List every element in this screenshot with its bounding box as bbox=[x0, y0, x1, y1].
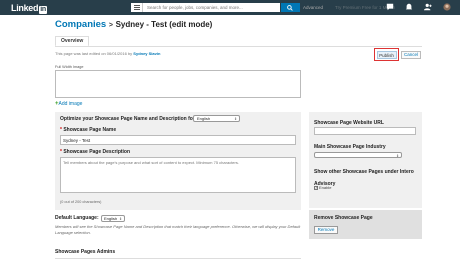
remove-showcase-label: Remove Showcase Page bbox=[314, 215, 373, 221]
page-title: Sydney - Test (edit mode) bbox=[115, 20, 213, 29]
showcase-name-label-text: Showcase Page Name bbox=[63, 127, 117, 133]
logo-in-badge: in bbox=[39, 6, 47, 14]
industry-label: Main Showcase Page Industry bbox=[314, 144, 386, 150]
admins-divider bbox=[55, 258, 301, 259]
optimize-language-label: Optimize your Showcase Page Name and Des… bbox=[60, 116, 197, 122]
remove-button[interactable]: Remove bbox=[314, 226, 338, 234]
add-image-label: Add image bbox=[58, 101, 83, 107]
avatar[interactable] bbox=[443, 3, 451, 11]
required-mark: * bbox=[60, 149, 62, 155]
search-button[interactable] bbox=[281, 3, 300, 12]
website-url-input[interactable] bbox=[314, 127, 416, 135]
industry-select[interactable]: ⇕ bbox=[314, 152, 402, 158]
full-width-image-dropzone[interactable] bbox=[55, 70, 301, 98]
showcase-name-input[interactable] bbox=[60, 135, 296, 145]
last-edited-info: This page was last edited on 06/01/2016 … bbox=[55, 51, 160, 56]
enable-checkbox[interactable] bbox=[314, 185, 318, 190]
publish-label: Publish bbox=[376, 50, 397, 59]
cancel-button[interactable]: Cancel bbox=[401, 51, 421, 59]
default-language-note: Members will see the Showcase Page Name … bbox=[55, 224, 301, 235]
search-category-dropdown[interactable] bbox=[131, 3, 143, 12]
advanced-search-link[interactable]: Advanced bbox=[303, 5, 323, 10]
default-language-select[interactable]: English ⇕ bbox=[101, 215, 125, 222]
tab-divider bbox=[55, 46, 422, 47]
dropdown-arrows-icon: ⇕ bbox=[396, 153, 399, 158]
showcase-description-label-text: Showcase Page Description bbox=[63, 149, 131, 155]
top-nav-bar: Linkedin Advanced Try Premium Free for 1… bbox=[0, 0, 460, 15]
search-input[interactable] bbox=[143, 3, 280, 12]
publish-button[interactable]: Publish bbox=[374, 48, 399, 61]
breadcrumb-companies[interactable]: Companies bbox=[55, 19, 106, 30]
last-edited-text: This page was last edited on 06/01/2016 … bbox=[55, 51, 133, 56]
notifications-icon[interactable] bbox=[405, 3, 413, 11]
search-icon bbox=[287, 4, 293, 11]
showcase-admins-heading: Showcase Pages Admins bbox=[55, 249, 116, 255]
enable-checkbox-row[interactable]: Enable bbox=[314, 185, 331, 190]
default-language-label: Default Language: bbox=[55, 215, 99, 221]
website-url-label: Showcase Page Website URL bbox=[314, 120, 384, 126]
dropdown-arrows-icon: ⇕ bbox=[234, 116, 237, 121]
list-icon bbox=[134, 5, 140, 6]
dropdown-arrows-icon: ⇕ bbox=[119, 216, 122, 221]
full-width-image-label: Full Width Image bbox=[55, 65, 84, 69]
showcase-description-label: * Showcase Page Description bbox=[60, 149, 130, 155]
add-connections-icon[interactable] bbox=[424, 3, 432, 11]
default-language-value: English bbox=[104, 216, 118, 221]
showcase-description-textarea[interactable] bbox=[60, 157, 296, 193]
optimize-language-select[interactable]: English ⇕ bbox=[193, 115, 240, 122]
required-mark: * bbox=[60, 127, 62, 133]
linkedin-logo[interactable]: Linked in bbox=[11, 3, 47, 14]
character-count: (0 out of 200 characters) bbox=[60, 200, 102, 204]
messages-icon[interactable] bbox=[386, 3, 394, 11]
breadcrumb-separator: > bbox=[108, 22, 113, 29]
breadcrumb: Companies > Sydney - Test (edit mode) bbox=[55, 19, 212, 30]
logo-text: Linked bbox=[11, 3, 39, 13]
add-image-link[interactable]: +Add image bbox=[55, 101, 82, 107]
optimize-language-value: English bbox=[197, 116, 211, 121]
enable-label: Enable bbox=[319, 185, 332, 190]
showcase-name-label: * Showcase Page Name bbox=[60, 127, 116, 133]
editor-link[interactable]: Sydney Slavin bbox=[133, 51, 160, 56]
